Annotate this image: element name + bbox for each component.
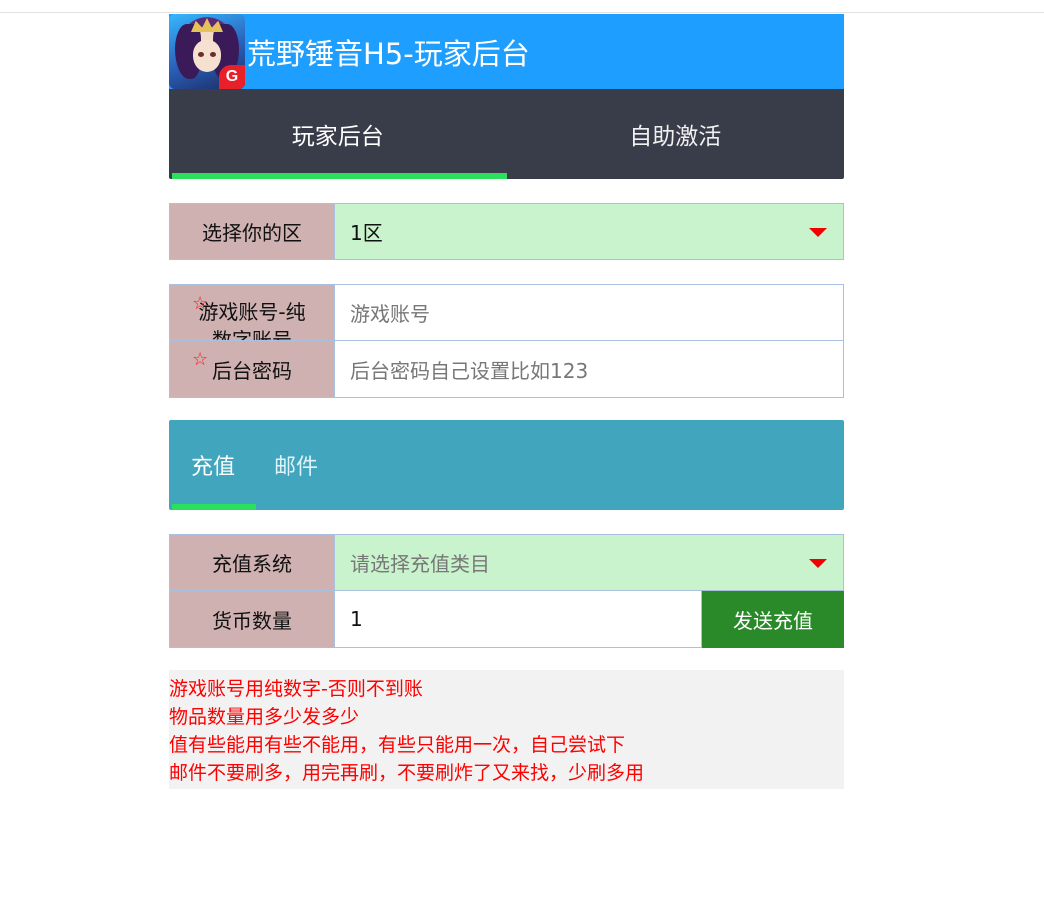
password-input-placeholder: 后台密码自己设置比如123 — [350, 358, 589, 383]
player-backend-panel: G 荒野锤音H5-玩家后台 玩家后台 自助激活 选择你的区 1区 ☆ 游戏账号-… — [169, 14, 844, 789]
currency-amount-label: 货币数量 — [169, 591, 335, 648]
password-input[interactable]: 后台密码自己设置比如123 — [335, 341, 844, 398]
active-tab-underline — [172, 504, 256, 510]
recharge-system-select[interactable]: 请选择充值类目 — [335, 534, 844, 591]
main-tabs: 玩家后台 自助激活 — [169, 89, 844, 179]
notice-line: 值有些能用有些不能用，有些只能用一次，自己尝试下 — [169, 734, 626, 756]
account-row: ☆ 游戏账号-纯数字账号 游戏账号 — [169, 284, 844, 341]
notice-line: 邮件不要刷多，用完再刷，不要刷炸了又来找，少刷多用 — [169, 762, 645, 784]
server-select-label: 选择你的区 — [169, 203, 335, 260]
notice-box: 游戏账号用纯数字-否则不到账 物品数量用多少发多少 值有些能用有些不能用，有些只… — [169, 670, 844, 789]
required-star-icon: ☆ — [192, 349, 209, 370]
dropdown-caret-icon — [809, 227, 827, 237]
notice-line: 游戏账号用纯数字-否则不到账 — [169, 678, 423, 700]
server-select-row: 选择你的区 1区 — [169, 203, 844, 260]
tab-mail[interactable]: 邮件 — [235, 420, 318, 510]
logo-badge-icon: G — [219, 65, 245, 89]
required-star-icon: ☆ — [192, 293, 209, 314]
account-input[interactable]: 游戏账号 — [335, 284, 844, 341]
password-label: ☆ 后台密码 — [169, 341, 335, 398]
sub-tabs: 充值 邮件 — [169, 420, 844, 510]
tab-recharge[interactable]: 充值 — [169, 420, 235, 510]
currency-amount-value: 1 — [350, 607, 363, 631]
tab-player-backend[interactable]: 玩家后台 — [169, 89, 507, 179]
currency-amount-input[interactable]: 1 — [335, 591, 702, 648]
dropdown-caret-icon — [809, 558, 827, 568]
account-label: ☆ 游戏账号-纯数字账号 — [169, 284, 335, 341]
page-title: 荒野锤音H5-玩家后台 — [247, 36, 530, 71]
logo-eye-right — [210, 52, 216, 57]
app-header: G 荒野锤音H5-玩家后台 — [169, 14, 844, 89]
logo-eye-left — [198, 52, 204, 57]
server-select[interactable]: 1区 — [335, 203, 844, 260]
password-row: ☆ 后台密码 后台密码自己设置比如123 — [169, 341, 844, 398]
game-avatar-logo: G — [169, 14, 245, 89]
send-recharge-button[interactable]: 发送充值 — [702, 591, 844, 648]
recharge-system-label: 充值系统 — [169, 534, 335, 591]
account-input-placeholder: 游戏账号 — [350, 302, 430, 326]
tab-self-activation[interactable]: 自助激活 — [507, 89, 845, 179]
currency-amount-row: 货币数量 1 发送充值 — [169, 591, 844, 648]
server-select-value: 1区 — [350, 221, 383, 245]
browser-top-divider — [0, 12, 1044, 13]
recharge-system-row: 充值系统 请选择充值类目 — [169, 534, 844, 591]
notice-line: 物品数量用多少发多少 — [169, 706, 360, 728]
recharge-system-placeholder: 请选择充值类目 — [350, 552, 490, 576]
logo-crown — [191, 18, 223, 32]
logo-face — [193, 40, 221, 72]
